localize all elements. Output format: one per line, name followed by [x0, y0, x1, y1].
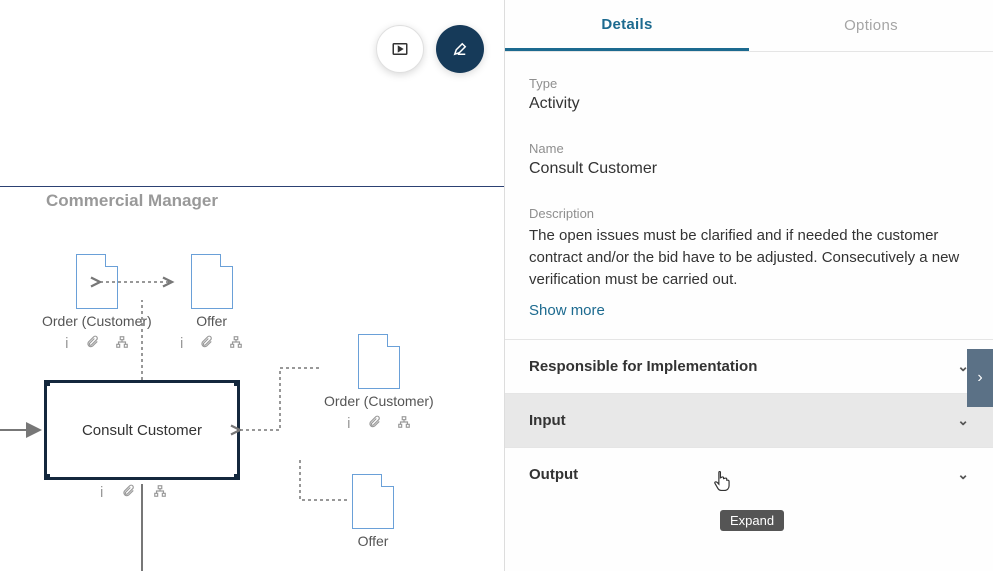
- type-label: Type: [529, 76, 969, 91]
- section-input[interactable]: Input ⌄: [505, 394, 993, 447]
- name-value: Consult Customer: [529, 160, 969, 178]
- section-output[interactable]: Output ⌄: [505, 448, 993, 501]
- tabs: Details Options: [505, 0, 993, 52]
- details-panel: Details Options Type Activity Name Consu…: [505, 0, 993, 571]
- connector-layer: [0, 0, 505, 571]
- tooltip-expand: Expand: [720, 510, 784, 531]
- chevron-down-icon: ⌄: [957, 466, 969, 483]
- section-responsible[interactable]: Responsible for Implementation ⌄: [505, 340, 993, 393]
- type-value: Activity: [529, 95, 969, 113]
- tab-details[interactable]: Details: [505, 0, 749, 51]
- chevron-right-icon: ›: [977, 369, 982, 387]
- expand-panel-handle[interactable]: ›: [967, 349, 993, 407]
- tab-options[interactable]: Options: [749, 0, 993, 51]
- description-label: Description: [529, 206, 969, 221]
- description-value: The open issues must be clarified and if…: [529, 225, 969, 290]
- diagram-canvas[interactable]: Commercial Manager Order (Customer) i Of…: [0, 0, 505, 571]
- chevron-down-icon: ⌄: [957, 412, 969, 429]
- show-more-link[interactable]: Show more: [529, 302, 605, 319]
- name-label: Name: [529, 141, 969, 156]
